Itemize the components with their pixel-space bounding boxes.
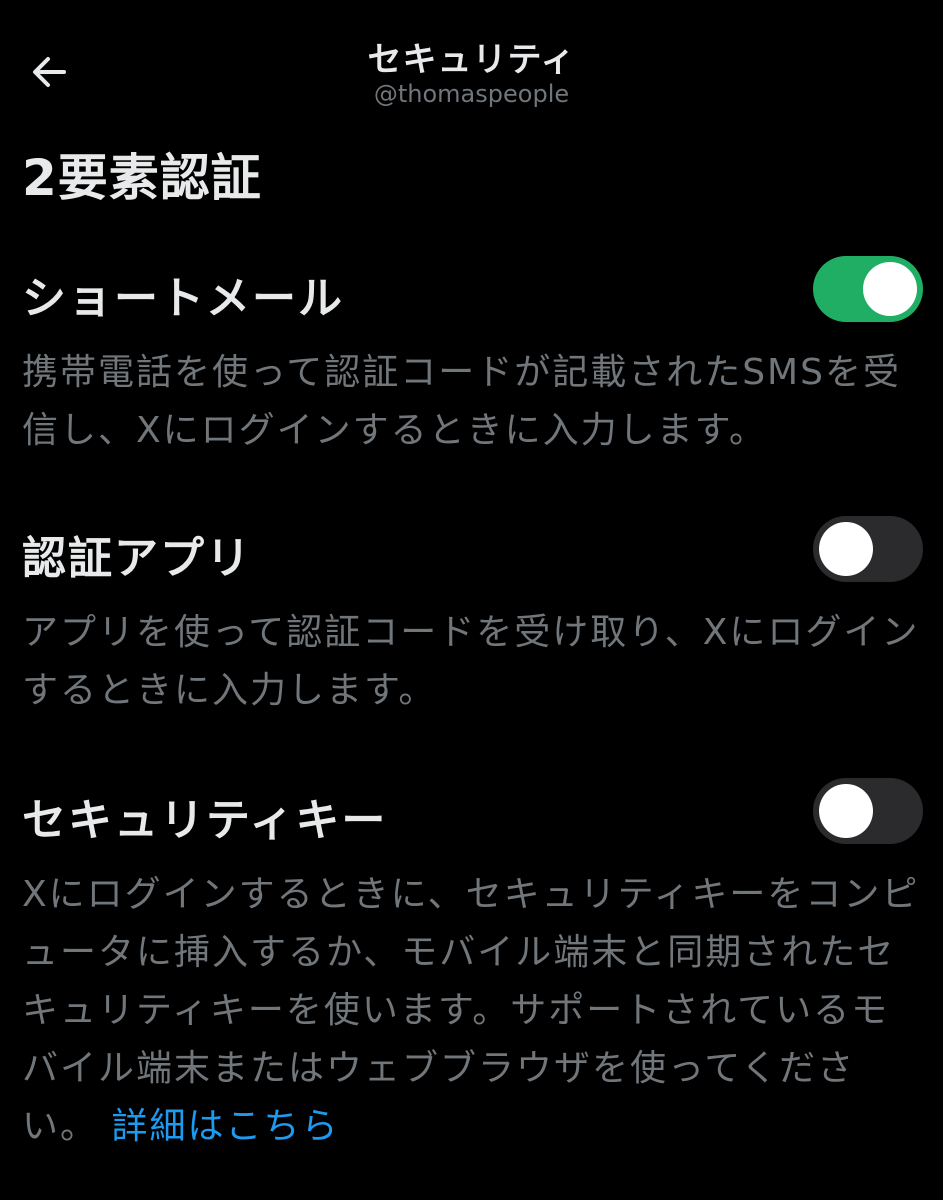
toggle-security-key[interactable] (813, 778, 923, 844)
toggle-knob (819, 784, 873, 838)
option-description-security-key: Xにログインするときに、セキュリティキーをコンピュータに挿入するか、モバイル端末… (22, 866, 922, 1156)
toggle-knob (863, 262, 917, 316)
toggle-knob (819, 522, 873, 576)
toggle-auth-app[interactable] (813, 516, 923, 582)
section-title: 2要素認証 (22, 149, 262, 207)
learn-more-link[interactable]: 詳細はこちら (111, 1106, 339, 1147)
page-title: セキュリティ (367, 40, 576, 80)
option-description-auth-app: アプリを使って認証コードを受け取り、Xにログインするときに入力します。 (22, 612, 920, 711)
option-description-sms: 携帯電話を使って認証コードが記載されたSMSを受信し、Xにログインするときに入力… (22, 352, 901, 451)
option-label-security-key: セキュリティキー (22, 795, 388, 846)
toggle-sms[interactable] (813, 256, 923, 322)
top-bar: セキュリティ @thomaspeople (0, 0, 943, 120)
option-label-sms: ショートメール (22, 273, 344, 324)
account-handle: @thomaspeople (373, 80, 570, 108)
option-label-auth-app: 認証アプリ (22, 533, 252, 584)
